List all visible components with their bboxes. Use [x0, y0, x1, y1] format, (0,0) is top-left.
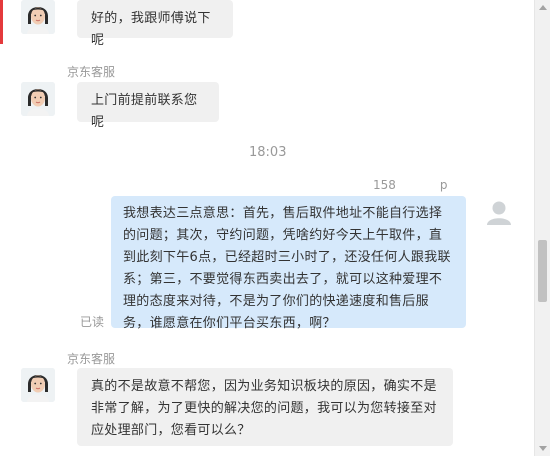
scrollbar-thumb[interactable] [538, 240, 547, 302]
chevron-up-icon[interactable] [535, 0, 550, 15]
agent-avatar[interactable] [21, 368, 55, 402]
agent-avatar[interactable] [21, 0, 55, 34]
chevron-down-icon[interactable] [535, 441, 550, 456]
sender-name: 京东客服 [67, 352, 116, 366]
sender-phone: 158 p [373, 178, 448, 192]
message-bubble: 上门前提前联系您呢 [77, 82, 219, 130]
timestamp: 18:03 [249, 145, 287, 160]
sender-name: 京东客服 [67, 65, 116, 79]
user-avatar-icon[interactable] [484, 197, 514, 227]
message-bubble: 好的，我跟师傅说下呢 [77, 0, 233, 48]
sender-phone-number: 158 [373, 178, 396, 192]
phone-mask [395, 179, 440, 192]
scrollbar[interactable] [534, 0, 550, 456]
message-bubble: 真的不是故意不帮您，因为业务知识板块的原因，确实不是非常了解，为了更快的解决您的… [77, 368, 453, 446]
chat-window: 好的，我跟师傅说下呢 京东客服 上门前提前联系您呢 18:03 158 p 我想表… [0, 0, 550, 456]
active-indicator [0, 0, 3, 44]
agent-avatar[interactable] [21, 82, 55, 116]
message-bubble-outgoing: 我想表达三点意思：首先，售后取件地址不能自行选择的问题；其次，守约问题，凭啥约好… [111, 196, 466, 331]
read-status: 已读 [80, 315, 105, 329]
